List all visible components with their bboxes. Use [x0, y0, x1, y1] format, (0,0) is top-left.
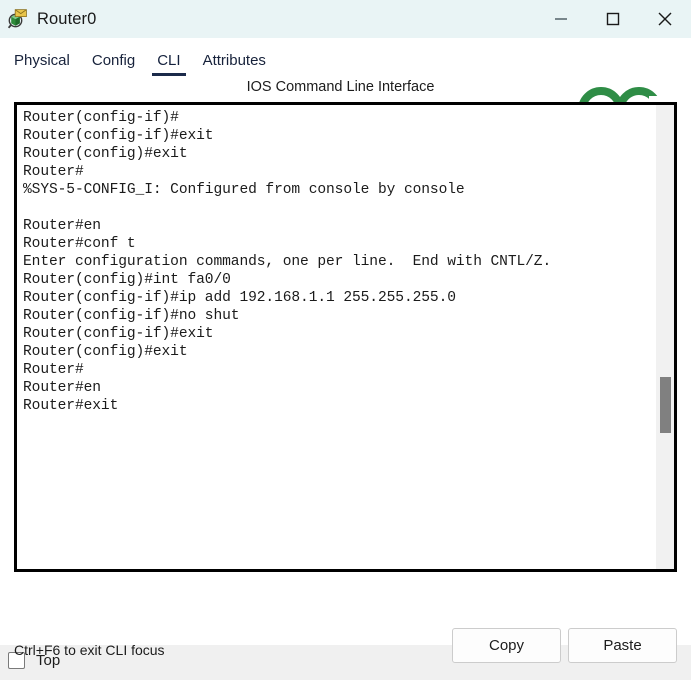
tab-bar: Physical Config CLI Attributes	[0, 38, 691, 76]
terminal-line: Router(config-if)#no shut	[23, 308, 240, 324]
terminal-line: Router(config)#int fa0/0	[23, 272, 231, 288]
packet-tracer-device-icon	[7, 8, 29, 30]
device-panel: Physical Config CLI Attributes IOS Comma…	[0, 38, 691, 663]
terminal-line: Router(config)#exit	[23, 344, 188, 360]
terminal-line: Router(config-if)#ip add 192.168.1.1 255…	[23, 290, 456, 306]
window-title: Router0	[37, 9, 97, 28]
maximize-icon[interactable]	[587, 0, 639, 38]
terminal-scrollbar[interactable]	[656, 105, 674, 569]
copy-button[interactable]: Copy	[452, 628, 561, 663]
close-icon[interactable]	[639, 0, 691, 38]
tab-attributes[interactable]: Attributes	[203, 52, 266, 76]
terminal-line: Router#	[23, 362, 84, 378]
cli-focus-hint: Ctrl+F6 to exit CLI focus	[14, 642, 165, 658]
tab-config[interactable]: Config	[92, 52, 135, 76]
terminal-scrollbar-thumb[interactable]	[660, 377, 671, 433]
terminal-line: Router(config-if)#	[23, 110, 179, 126]
terminal-line: Router(config-if)#exit	[23, 326, 214, 342]
terminal-line: Router#conf t	[23, 236, 136, 252]
terminal-line: Router(config-if)#exit	[23, 128, 214, 144]
terminal-line: Router#	[23, 164, 84, 180]
paste-button[interactable]: Paste	[568, 628, 677, 663]
tab-physical[interactable]: Physical	[14, 52, 70, 76]
terminal-line: Router(config)#exit	[23, 146, 188, 162]
terminal-line: Router#en	[23, 380, 101, 396]
minimize-icon[interactable]	[535, 0, 587, 38]
cli-button-group: Copy Paste	[452, 628, 677, 663]
window-titlebar: Router0	[0, 0, 691, 38]
terminal-line: Enter configuration commands, one per li…	[23, 254, 552, 270]
window-controls	[535, 0, 691, 38]
terminal-line: %SYS-5-CONFIG_I: Configured from console…	[23, 182, 465, 198]
cli-output[interactable]: Router(config-if)# Router(config-if)#exi…	[17, 105, 656, 569]
cli-terminal-box[interactable]: Router(config-if)# Router(config-if)#exi…	[14, 102, 677, 572]
terminal-line: Router#exit	[23, 398, 119, 414]
terminal-line: Router#en	[23, 218, 101, 234]
tab-cli[interactable]: CLI	[152, 52, 186, 76]
cli-footer: Ctrl+F6 to exit CLI focus Copy Paste	[0, 620, 691, 680]
